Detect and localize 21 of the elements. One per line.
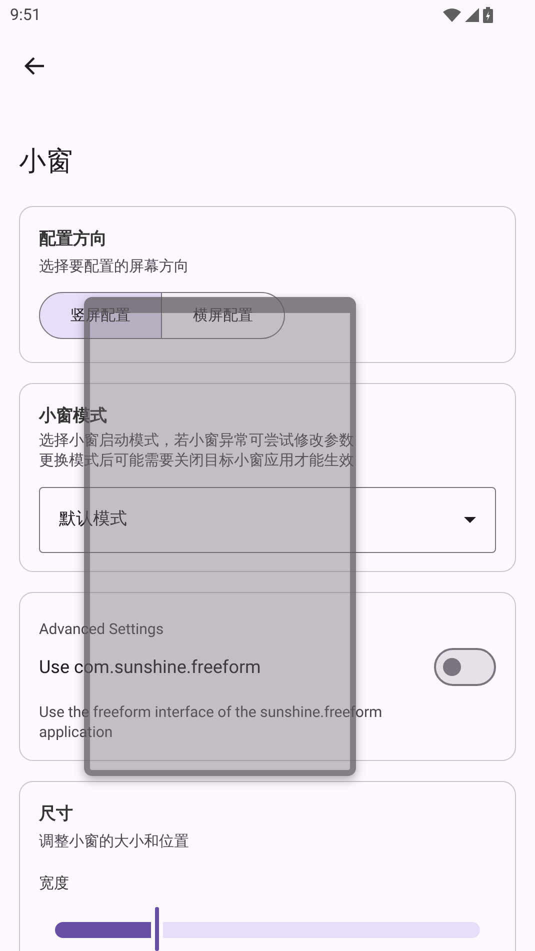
card-description: 更换模式后可能需要关闭目标小窗应用才能生效 <box>39 450 355 470</box>
slider-label: 宽度 <box>39 873 70 894</box>
back-arrow-icon <box>23 56 45 76</box>
card-description: 选择小窗启动模式，若小窗异常可尝试修改参数 <box>39 430 355 450</box>
card-title: 配置方向 <box>39 228 108 251</box>
mode-dropdown[interactable]: 默认模式 <box>39 486 496 552</box>
dropdown-caret-icon <box>464 516 476 522</box>
page-title: 小窗 <box>19 144 74 178</box>
card-title: 尺寸 <box>39 803 74 826</box>
battery-icon <box>483 7 493 23</box>
wifi-icon <box>443 8 461 22</box>
card-subtitle: 选择要配置的屏幕方向 <box>39 256 190 276</box>
slider-handle[interactable] <box>155 906 159 950</box>
status-time: 9:51 <box>10 4 41 26</box>
toggle-label: Use com.sunshine.freeform <box>39 656 261 680</box>
card-subtitle: 调整小窗的大小和位置 <box>39 830 190 852</box>
signal-icon <box>465 8 479 22</box>
segment-button[interactable]: 横屏配置 <box>162 292 285 339</box>
toggle-switch[interactable] <box>434 648 496 686</box>
width-slider[interactable] <box>55 906 480 950</box>
card-title: 小窗模式 <box>39 405 108 428</box>
